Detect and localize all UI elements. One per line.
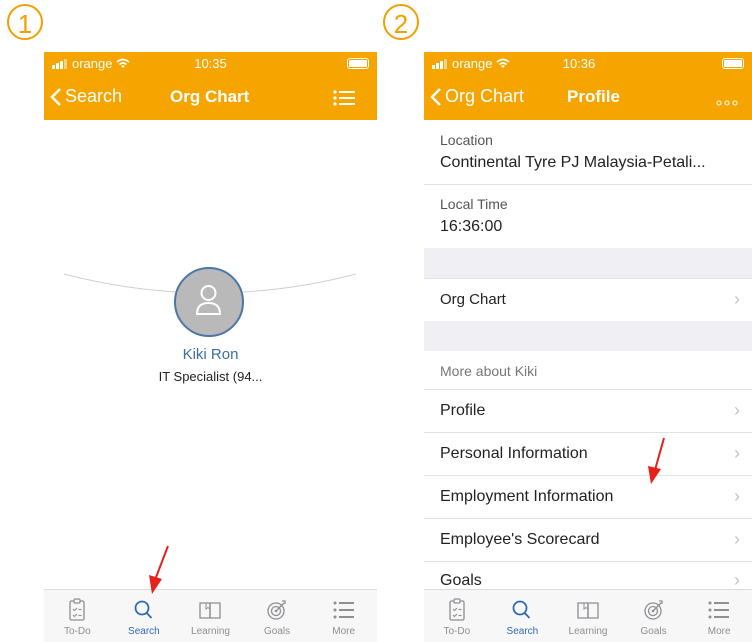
tab-label: Search [506, 626, 539, 637]
person-name[interactable]: Kiki Ron [44, 346, 377, 363]
person-job-title: IT Specialist (94... [158, 369, 263, 384]
tab-learning[interactable]: Learning [555, 590, 621, 642]
section-header: More about Kiki [440, 363, 538, 379]
tab-label: Search [128, 626, 160, 637]
step-2-badge: 2 [383, 4, 419, 40]
status-time: 10:36 [562, 56, 596, 71]
chevron-right-icon: › [734, 486, 740, 506]
menu-item-employment-information[interactable]: Employment Information › [424, 476, 752, 519]
nav-bar: Org Chart Profile [424, 76, 752, 120]
tab-label: More [332, 626, 356, 637]
tab-learning[interactable]: Learning [177, 590, 244, 642]
org-chart-label: Org Chart [440, 291, 506, 308]
clipboard-icon [69, 598, 85, 621]
menu-item-personal-information[interactable]: Personal Information › [424, 433, 752, 476]
section-spacer [424, 248, 752, 278]
annotation-arrow-search [149, 545, 169, 594]
battery-icon [347, 58, 369, 69]
book-icon [199, 602, 222, 619]
search-icon [512, 600, 531, 619]
tab-label: Goals [264, 626, 291, 637]
list-icon [333, 601, 354, 619]
location-row: Location Continental Tyre PJ Malaysia-Pe… [424, 120, 752, 185]
phone-screen-org-chart: orange 10:35 Search Org Chart Kiki Ron I… [44, 52, 377, 642]
menu-item-label: Employee's Scorecard [440, 531, 600, 548]
section-spacer [424, 321, 752, 351]
book-icon [577, 602, 599, 619]
tab-label: To-Do [63, 626, 91, 637]
nav-title: Org Chart [170, 87, 250, 106]
tab-label: Learning [568, 626, 608, 637]
avatar[interactable] [174, 267, 244, 337]
clipboard-icon [449, 598, 465, 621]
tab-bar: To-Do Search Learning Goals More [424, 589, 752, 642]
localtime-value: 16:36:00 [440, 218, 503, 235]
tab-bar: To-Do Search Learning Goals More [44, 589, 377, 642]
nav-bar: Search Org Chart [44, 76, 377, 120]
tab-label: More [707, 626, 731, 637]
chevron-left-icon [430, 87, 441, 106]
chevron-right-icon: › [734, 400, 740, 420]
localtime-row: Local Time 16:36:00 [424, 184, 752, 248]
section-header-row: More about Kiki [424, 351, 752, 390]
back-button[interactable]: Search [50, 86, 122, 107]
back-button[interactable]: Org Chart [430, 86, 524, 107]
chevron-right-icon: › [734, 289, 740, 309]
list-icon [708, 601, 730, 619]
menu-item-label: Employment Information [440, 488, 614, 505]
org-chart-row[interactable]: Org Chart › [424, 278, 752, 322]
menu-item-employee-scorecard[interactable]: Employee's Scorecard › [424, 519, 752, 562]
status-bar: orange 10:36 [424, 52, 752, 76]
tab-more[interactable]: More [686, 590, 752, 642]
tab-todo[interactable]: To-Do [44, 590, 111, 642]
tab-goals[interactable]: Goals [244, 590, 311, 642]
target-icon [643, 600, 663, 620]
tab-label: To-Do [443, 626, 471, 637]
menu-item-label: Profile [440, 402, 486, 419]
back-label: Org Chart [445, 86, 525, 106]
tab-label: Learning [191, 626, 230, 637]
step-1-badge: 1 [7, 4, 43, 40]
chevron-right-icon: › [734, 529, 740, 549]
tab-label: Goals [640, 626, 667, 637]
person-icon [195, 285, 222, 315]
phone-screen-profile: orange 10:36 Org Chart Profile Location … [424, 52, 752, 642]
back-label: Search [65, 86, 123, 106]
tab-search[interactable]: Search [490, 590, 556, 642]
chevron-right-icon: › [734, 570, 740, 590]
localtime-label: Local Time [440, 196, 508, 212]
list-menu-icon[interactable] [333, 89, 355, 107]
tab-todo[interactable]: To-Do [424, 590, 490, 642]
chevron-left-icon [50, 87, 61, 106]
location-label: Location [440, 132, 493, 148]
battery-icon [722, 58, 744, 69]
location-value: Continental Tyre PJ Malaysia-Petali... [440, 154, 706, 171]
menu-item-profile[interactable]: Profile › [424, 390, 752, 433]
annotation-arrow-employment [648, 437, 665, 484]
status-time: 10:35 [194, 56, 227, 71]
more-options-icon[interactable] [716, 100, 738, 106]
tab-goals[interactable]: Goals [621, 590, 687, 642]
chevron-right-icon: › [734, 443, 740, 463]
tab-more[interactable]: More [310, 590, 377, 642]
nav-title: Profile [567, 87, 620, 106]
menu-item-label: Goals [440, 572, 482, 589]
menu-item-label: Personal Information [440, 445, 588, 462]
target-icon [267, 600, 286, 620]
status-bar: orange 10:35 [44, 52, 377, 76]
